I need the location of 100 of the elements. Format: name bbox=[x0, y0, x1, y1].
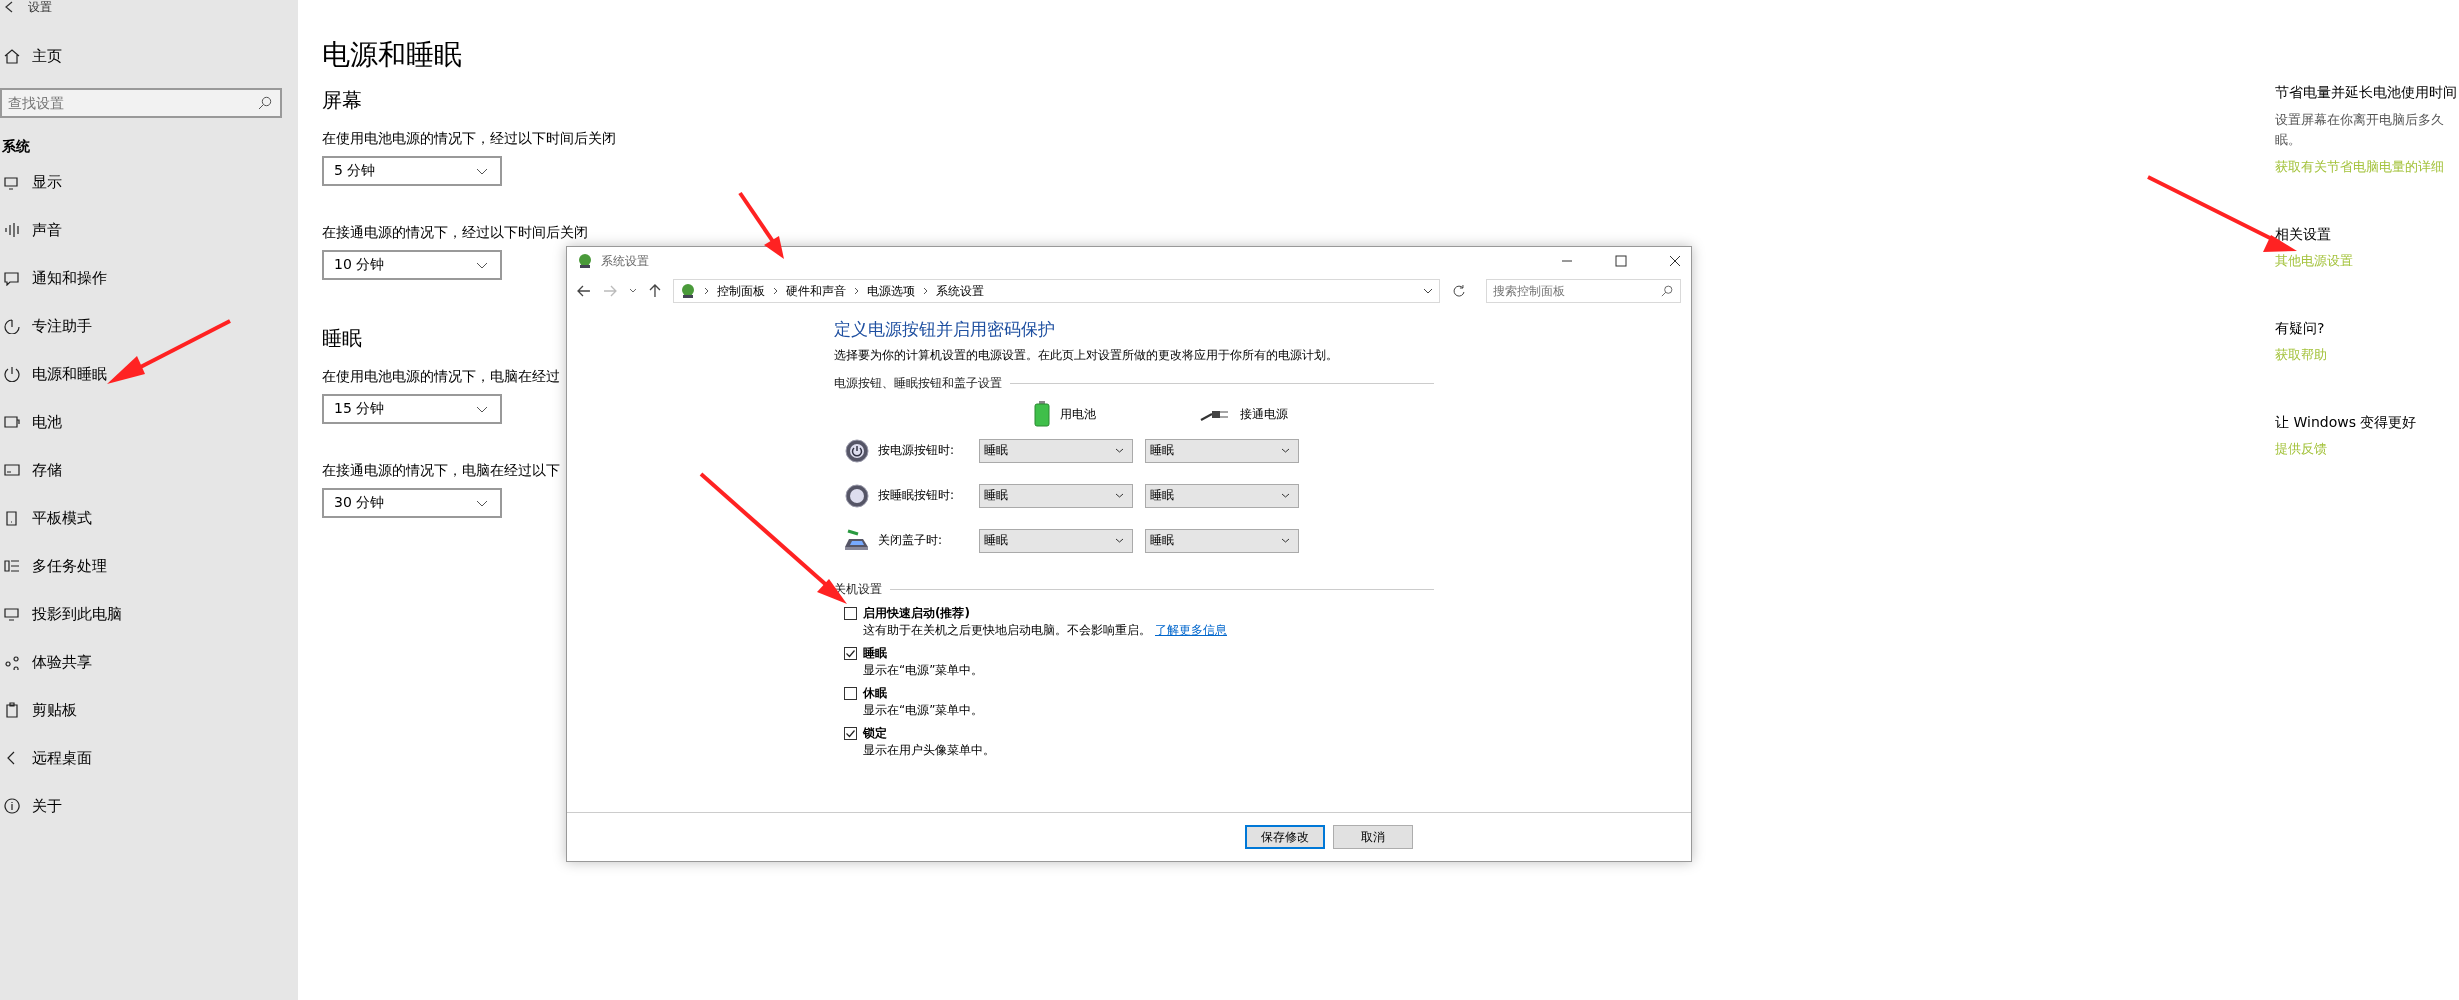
option-label: 睡眠 bbox=[863, 644, 887, 662]
setting-label: 在接通电源的情况下，经过以下时间后关闭 bbox=[322, 223, 588, 242]
home-icon bbox=[4, 48, 20, 64]
nav-item[interactable]: 存储 bbox=[32, 460, 62, 480]
action-dropdown[interactable]: 睡眠 bbox=[1145, 438, 1299, 463]
nav-icon bbox=[4, 174, 20, 190]
action-dropdown[interactable]: 睡眠 bbox=[979, 483, 1133, 508]
chevron-down-icon bbox=[476, 499, 488, 507]
chevron-down-icon bbox=[1281, 448, 1290, 453]
option-label: 启用快速启动(推荐) bbox=[863, 604, 970, 622]
setting-label: 在使用电池电源的情况下，电脑在经过 bbox=[322, 367, 560, 386]
time-dropdown[interactable]: 15 分钟 bbox=[322, 394, 502, 424]
option-description: 显示在用户头像菜单中。 bbox=[863, 742, 995, 758]
time-dropdown[interactable]: 5 分钟 bbox=[322, 156, 502, 186]
nav-icon bbox=[4, 606, 20, 622]
nav-item[interactable]: 专注助手 bbox=[32, 316, 92, 336]
back-arrow-icon[interactable] bbox=[577, 285, 591, 297]
breadcrumb-item[interactable]: 电源选项 bbox=[866, 282, 915, 300]
dialog-button[interactable]: 保存修改 bbox=[1245, 825, 1325, 849]
nav-item[interactable]: 多任务处理 bbox=[32, 556, 107, 576]
chevron-right-icon bbox=[922, 287, 928, 295]
search-icon bbox=[258, 96, 272, 110]
checkbox[interactable] bbox=[844, 726, 857, 740]
battery-icon bbox=[1034, 401, 1050, 427]
action-dropdown[interactable]: 睡眠 bbox=[1145, 483, 1299, 508]
nav-item[interactable]: 显示 bbox=[32, 172, 62, 192]
chevron-right-icon bbox=[703, 287, 709, 295]
learn-more-link[interactable]: 了解更多信息 bbox=[1155, 622, 1227, 638]
nav-item[interactable]: 电源和睡眠 bbox=[32, 364, 107, 384]
action-dropdown[interactable]: 睡眠 bbox=[979, 528, 1133, 553]
column-label: 用电池 bbox=[1060, 405, 1096, 423]
nav-icon bbox=[4, 270, 20, 286]
option-description: 这有助于在关机之后更快地启动电脑。不会影响重启。 bbox=[863, 622, 1151, 638]
aside-description: 设置屏幕在你离开电脑后多久 眠。 bbox=[2275, 111, 2445, 149]
address-bar[interactable]: 控制面板 硬件和声音 电源选项 系统设置 bbox=[672, 279, 1440, 303]
home-link[interactable]: 主页 bbox=[32, 46, 62, 66]
nav-item[interactable]: 声音 bbox=[32, 220, 62, 240]
action-dropdown[interactable]: 睡眠 bbox=[1145, 528, 1299, 553]
nav-item[interactable]: 远程桌面 bbox=[32, 748, 92, 768]
row-label: 按睡眠按钮时: bbox=[878, 487, 956, 504]
nav-item[interactable]: 电池 bbox=[32, 412, 62, 432]
breadcrumb-item[interactable]: 控制面板 bbox=[716, 282, 765, 300]
nav-icon bbox=[4, 222, 20, 238]
time-dropdown[interactable]: 10 分钟 bbox=[322, 250, 502, 280]
aside-heading: 让 Windows 变得更好 bbox=[2275, 413, 2418, 432]
dialog-description: 选择要为你的计算机设置的电源设置。在此页上对设置所做的更改将应用于你所有的电源计划。 bbox=[834, 347, 1339, 363]
nav-item[interactable]: 通知和操作 bbox=[32, 268, 107, 288]
aside-heading: 有疑问? bbox=[2275, 319, 2326, 338]
option-description: 显示在“电源”菜单中。 bbox=[863, 702, 984, 718]
nav-icon bbox=[4, 414, 20, 430]
nav-icon bbox=[4, 558, 20, 574]
page-title: 电源和睡眠 bbox=[322, 38, 463, 72]
maximize-icon[interactable] bbox=[1615, 255, 1627, 267]
nav-item[interactable]: 投影到此电脑 bbox=[32, 604, 122, 624]
caret-icon[interactable] bbox=[628, 288, 637, 294]
nav-item[interactable]: 剪贴板 bbox=[32, 700, 77, 720]
section-heading: 屏幕 bbox=[322, 87, 362, 114]
breadcrumb-item[interactable]: 系统设置 bbox=[935, 282, 984, 300]
annotation-arrow bbox=[738, 191, 784, 259]
chevron-down-icon bbox=[476, 261, 488, 269]
power-button-icon bbox=[845, 438, 869, 463]
nav-item[interactable]: 体验共享 bbox=[32, 652, 92, 672]
row-label: 关闭盖子时: bbox=[878, 532, 944, 549]
nav-icon bbox=[4, 510, 20, 526]
chevron-down-icon bbox=[1281, 538, 1290, 543]
action-dropdown[interactable]: 睡眠 bbox=[979, 438, 1133, 463]
search-icon bbox=[1661, 285, 1673, 297]
aside-heading: 节省电量并延长电池使用时间 bbox=[2275, 83, 2458, 102]
nav-icon bbox=[4, 702, 20, 718]
checkbox[interactable] bbox=[844, 686, 857, 700]
time-dropdown[interactable]: 30 分钟 bbox=[322, 488, 502, 518]
column-label: 接通电源 bbox=[1240, 405, 1288, 423]
up-arrow-icon[interactable] bbox=[648, 284, 661, 298]
chevron-down-icon bbox=[476, 405, 488, 413]
close-icon[interactable] bbox=[1669, 255, 1681, 267]
window-title: 系统设置 bbox=[601, 252, 649, 270]
breadcrumb-item[interactable]: 硬件和声音 bbox=[785, 282, 846, 300]
setting-label: 在使用电池电源的情况下，经过以下时间后关闭 bbox=[322, 129, 616, 148]
setting-label: 在接通电源的情况下，电脑在经过以下 bbox=[322, 461, 560, 480]
chevron-down-icon bbox=[1281, 493, 1290, 498]
dialog-heading: 定义电源按钮并启用密码保护 bbox=[834, 318, 1056, 341]
checkbox[interactable] bbox=[844, 646, 857, 660]
section-heading: 睡眠 bbox=[322, 325, 362, 352]
row-label: 按电源按钮时: bbox=[878, 442, 956, 459]
nav-icon bbox=[4, 462, 20, 478]
nav-icon bbox=[4, 318, 20, 334]
chevron-down-icon bbox=[1115, 448, 1124, 453]
refresh-icon[interactable] bbox=[1451, 284, 1466, 298]
nav-item[interactable]: 平板模式 bbox=[32, 508, 92, 528]
option-description: 显示在“电源”菜单中。 bbox=[863, 662, 984, 678]
search-field[interactable]: 查找设置 bbox=[0, 88, 282, 118]
chevron-down-icon[interactable] bbox=[1422, 288, 1433, 294]
chevron-down-icon bbox=[476, 167, 488, 175]
checkbox[interactable] bbox=[844, 606, 857, 620]
dialog-button[interactable]: 取消 bbox=[1333, 825, 1413, 849]
aside-heading: 相关设置 bbox=[2275, 225, 2332, 244]
laptop-lid-icon bbox=[844, 528, 870, 553]
chevron-right-icon bbox=[853, 287, 859, 295]
nav-item[interactable]: 关于 bbox=[32, 796, 62, 816]
chevron-down-icon bbox=[1115, 538, 1124, 543]
